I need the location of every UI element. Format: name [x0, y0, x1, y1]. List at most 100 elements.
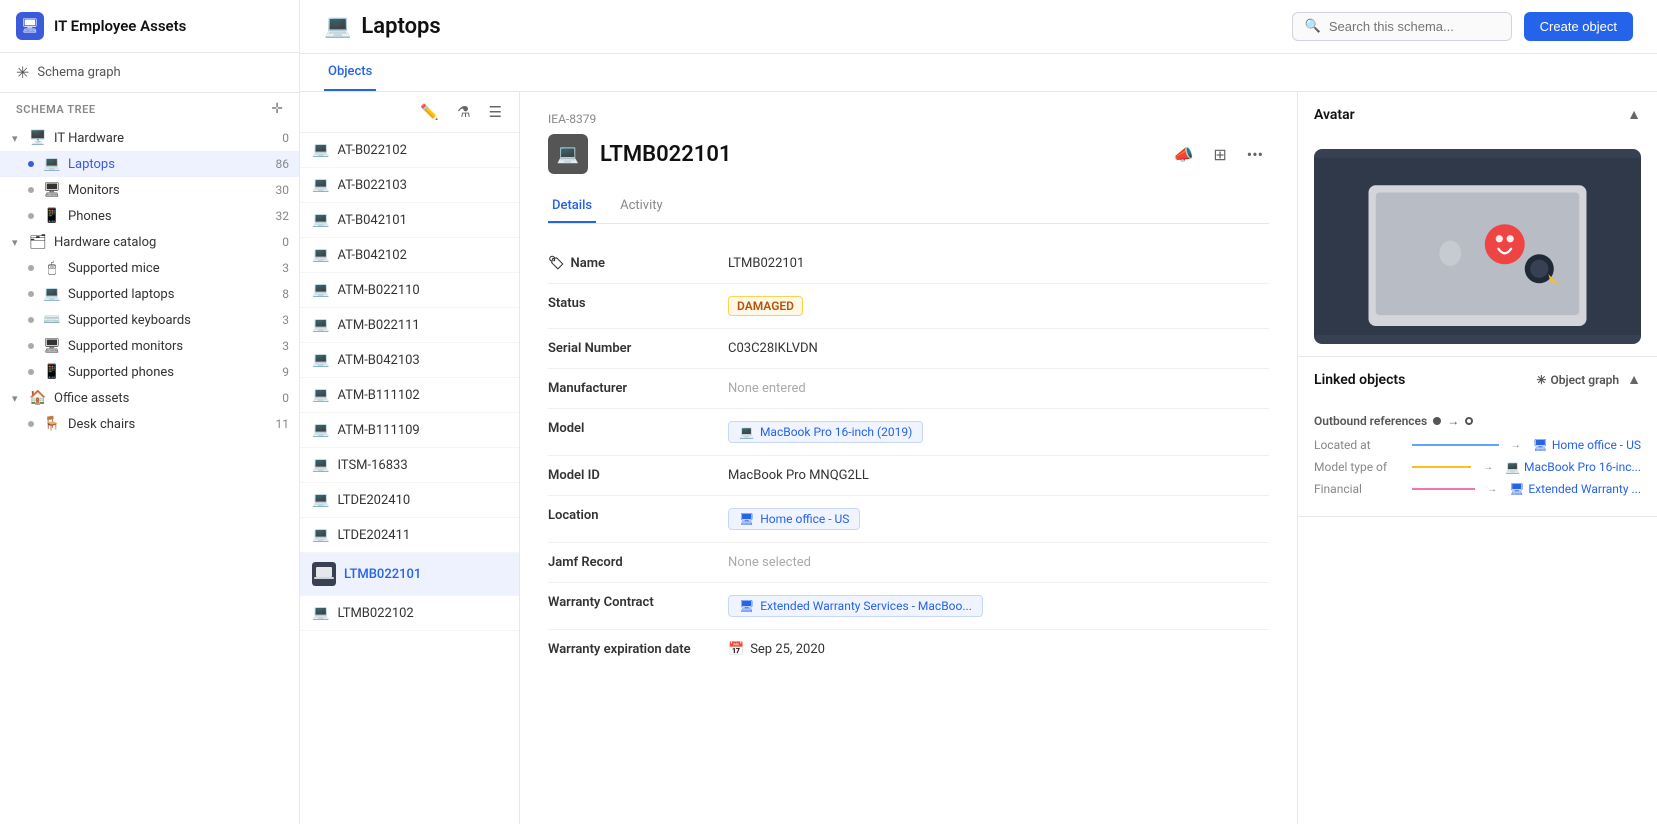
- app-title: IT Employee Assets: [54, 17, 186, 35]
- header-actions: 🔍 Create object: [1292, 12, 1633, 41]
- search-box[interactable]: 🔍: [1292, 12, 1512, 41]
- field-jamf-value: None selected: [728, 555, 1269, 570]
- create-object-button[interactable]: Create object: [1524, 12, 1633, 41]
- sidebar-item-monitors[interactable]: 🖥 Monitors 30: [0, 177, 299, 203]
- laptops-page-icon: 💻: [324, 14, 351, 39]
- list-item[interactable]: 💻 LTDE202410: [300, 483, 519, 518]
- list-item[interactable]: 💻 ATM-B022110: [300, 273, 519, 308]
- sidebar-item-phones[interactable]: 📱 Phones 32: [0, 203, 299, 229]
- outbound-references-header: Outbound references →: [1314, 414, 1641, 428]
- search-input[interactable]: [1329, 19, 1499, 34]
- list-item[interactable]: 💻 ATM-B022111: [300, 308, 519, 343]
- desk-chairs-count: 11: [276, 417, 290, 431]
- field-warranty-contract-value: 🖥 Extended Warranty Services - MacBoo...: [728, 595, 1269, 617]
- sidebar-item-supported-keyboards[interactable]: ⌨️ Supported keyboards 3: [0, 307, 299, 333]
- main-header: 💻 Laptops 🔍 Create object: [300, 0, 1657, 54]
- linked-objects-section: Linked objects ✳ Object graph ▲ Outbound…: [1298, 357, 1657, 517]
- schema-tree-pin[interactable]: ✛: [271, 101, 283, 117]
- linked-row-target[interactable]: 🖥 Extended Warranty ...: [1509, 482, 1641, 496]
- model-chip[interactable]: 💻 MacBook Pro 16-inch (2019): [728, 421, 923, 443]
- list-item[interactable]: 💻 LTMB022102: [300, 596, 519, 631]
- list-item[interactable]: 💻 ATM-B042103: [300, 343, 519, 378]
- linked-row-label: Model type of: [1314, 460, 1404, 474]
- right-panel: Avatar ▲: [1297, 92, 1657, 824]
- detail-avatar-small: 💻: [548, 134, 588, 174]
- status-badge: DAMAGED: [728, 296, 803, 316]
- supported-monitors-count: 3: [282, 339, 289, 353]
- linked-row: Model type of → 💻 MacBook Pro 16-inc...: [1314, 460, 1641, 474]
- sidebar-item-hardware-catalog[interactable]: ▾ 🗂 Hardware catalog 0: [0, 229, 299, 255]
- list-item[interactable]: 💻 ATM-B111102: [300, 378, 519, 413]
- supported-mice-count: 3: [282, 261, 289, 275]
- laptop-avatar-image: [1314, 149, 1641, 344]
- link-arrow-icon: →: [1487, 484, 1497, 495]
- detail-tab-details[interactable]: Details: [548, 190, 596, 223]
- list-item[interactable]: 💻 AT-B042101: [300, 203, 519, 238]
- list-item[interactable]: 💻 ATM-B111109: [300, 413, 519, 448]
- sidebar-item-office-assets[interactable]: ▾ 🏠 Office assets 0: [0, 385, 299, 411]
- filter-icon[interactable]: ⚗: [452, 100, 475, 124]
- model-chip-icon: 💻: [739, 425, 754, 439]
- list-item[interactable]: 💻 AT-B022103: [300, 168, 519, 203]
- field-model-id-label: Model ID: [548, 468, 728, 483]
- supported-phones-icon: 📱: [42, 364, 62, 380]
- field-warranty-contract: Warranty Contract 🖥 Extended Warranty Se…: [548, 583, 1269, 630]
- announce-icon[interactable]: 📣: [1167, 141, 1199, 168]
- list-item[interactable]: 💻 LTDE202411: [300, 518, 519, 553]
- sidebar-item-desk-chairs[interactable]: 🪑 Desk chairs 11: [0, 411, 299, 437]
- list-item[interactable]: 💻 AT-B022102: [300, 133, 519, 168]
- avatar-collapse-icon[interactable]: ▲: [1627, 106, 1641, 123]
- avatar-section: Avatar ▲: [1298, 92, 1657, 357]
- field-status-value: DAMAGED: [728, 296, 1269, 316]
- object-graph-icon: ✳: [1536, 373, 1546, 387]
- detail-tab-activity[interactable]: Activity: [616, 190, 667, 223]
- hardware-catalog-count: 0: [282, 235, 289, 249]
- list-item-icon: 💻: [312, 282, 329, 298]
- linked-objects-collapse-icon[interactable]: ▲: [1627, 371, 1641, 388]
- link-target-icon: 💻: [1505, 460, 1520, 474]
- schema-tree-label: SCHEMA TREE: [16, 103, 96, 116]
- list-item[interactable]: 💻 ITSM-16833: [300, 448, 519, 483]
- sidebar-item-supported-mice[interactable]: 🖱 Supported mice 3: [0, 255, 299, 281]
- field-jamf: Jamf Record None selected: [548, 543, 1269, 583]
- field-manufacturer-value: None entered: [728, 381, 1269, 396]
- schema-graph-link[interactable]: ✳ Schema graph: [0, 53, 299, 93]
- more-options-icon[interactable]: •••: [1241, 141, 1269, 168]
- list-item-label: LTMB022101: [344, 567, 421, 582]
- linked-row-target[interactable]: 🖥 Home office - US: [1533, 438, 1641, 452]
- tab-objects[interactable]: Objects: [324, 54, 376, 91]
- linked-row-target[interactable]: 💻 MacBook Pro 16-inc...: [1505, 460, 1641, 474]
- content-area: ✏️ ⚗ ☰ 💻 AT-B022102💻 AT-B022103💻 AT-B042…: [300, 92, 1657, 824]
- main-tab-bar: Objects: [300, 54, 1657, 92]
- location-chip[interactable]: 🖥 Home office - US: [728, 508, 860, 530]
- list-item[interactable]: LTMB022101: [300, 553, 519, 596]
- linked-row-label: Financial: [1314, 482, 1404, 496]
- desk-chairs-dot: [28, 421, 34, 427]
- sidebar-item-it-hardware[interactable]: ▾ 🖥️ IT Hardware 0: [0, 125, 299, 151]
- list-item-icon: 💻: [312, 492, 329, 508]
- avatar-section-header: Avatar ▲: [1298, 92, 1657, 137]
- field-warranty-expiration-value: 📅 Sep 25, 2020: [728, 642, 1269, 657]
- phones-label: Phones: [68, 209, 276, 224]
- field-model-id: Model ID MacBook Pro MNQG2LL: [548, 456, 1269, 496]
- list-view-icon[interactable]: ☰: [484, 100, 507, 124]
- field-location-value: 🖥 Home office - US: [728, 508, 1269, 530]
- edit-icon[interactable]: ✏️: [415, 100, 444, 124]
- field-jamf-label: Jamf Record: [548, 555, 728, 570]
- warranty-chip-icon: 🖥: [739, 599, 754, 613]
- monitors-label: Monitors: [68, 183, 276, 198]
- laptops-count: 86: [276, 157, 290, 171]
- sidebar-item-laptops[interactable]: 💻 Laptops 86: [0, 151, 299, 177]
- list-item[interactable]: 💻 AT-B042102: [300, 238, 519, 273]
- sidebar-item-supported-monitors[interactable]: 🖥 Supported monitors 3: [0, 333, 299, 359]
- main-content: 💻 Laptops 🔍 Create object Objects ✏️ ⚗ ☰…: [300, 0, 1657, 824]
- qr-icon[interactable]: ⊞: [1207, 141, 1232, 168]
- field-warranty-expiration: Warranty expiration date 📅 Sep 25, 2020: [548, 630, 1269, 669]
- object-graph-link[interactable]: ✳ Object graph: [1536, 373, 1619, 387]
- sidebar-item-supported-phones[interactable]: 📱 Supported phones 9: [0, 359, 299, 385]
- phones-count: 32: [276, 209, 290, 223]
- field-warranty-contract-label: Warranty Contract: [548, 595, 728, 610]
- warranty-chip[interactable]: 🖥 Extended Warranty Services - MacBoo...: [728, 595, 983, 617]
- desk-chairs-label: Desk chairs: [68, 417, 276, 432]
- sidebar-item-supported-laptops[interactable]: 💻 Supported laptops 8: [0, 281, 299, 307]
